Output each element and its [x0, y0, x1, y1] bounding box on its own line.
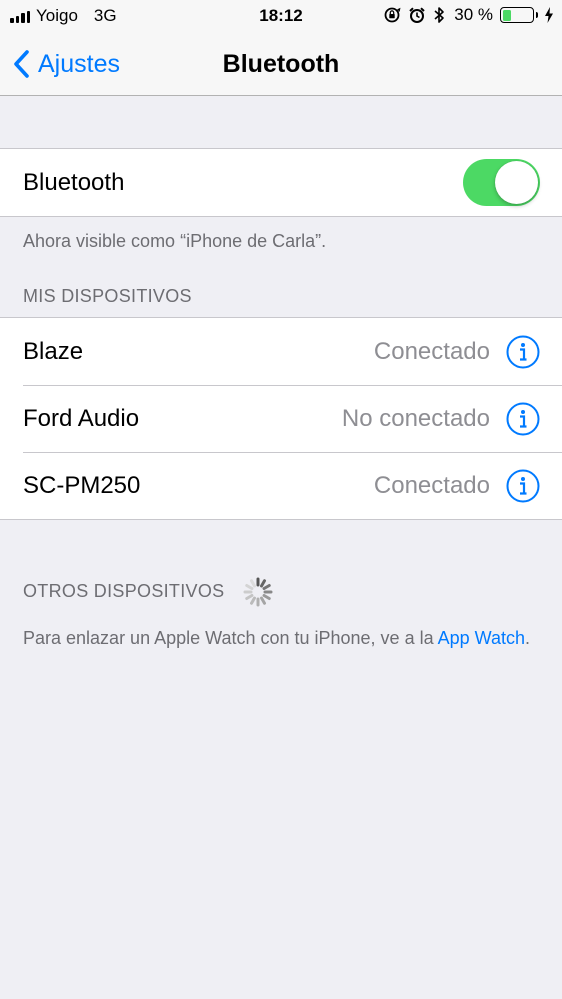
- bluetooth-toggle[interactable]: [463, 159, 540, 206]
- apple-watch-note-text: Para enlazar un Apple Watch con tu iPhon…: [23, 628, 438, 648]
- alarm-icon: [409, 7, 425, 23]
- device-status: Conectado: [373, 471, 490, 499]
- other-devices-header: OTROS DISPOSITIVOS: [23, 581, 225, 601]
- battery-icon: [500, 7, 538, 23]
- app-watch-link[interactable]: App Watch: [438, 628, 525, 648]
- info-icon[interactable]: [506, 402, 540, 436]
- navigation-bar: Ajustes Bluetooth: [0, 32, 562, 96]
- info-icon[interactable]: [506, 335, 540, 369]
- my-devices-list: Blaze Conectado Ford Audio No conectado …: [0, 317, 562, 520]
- bluetooth-group: Bluetooth: [0, 148, 562, 217]
- orientation-lock-icon: [384, 7, 401, 23]
- device-name: Blaze: [23, 337, 84, 365]
- status-bar: Yoigo 3G 18:12 30 %: [0, 0, 562, 32]
- info-icon[interactable]: [506, 469, 540, 503]
- device-status: Conectado: [373, 337, 490, 365]
- device-row-blaze[interactable]: Blaze Conectado: [0, 318, 562, 385]
- device-name: Ford Audio: [23, 404, 140, 432]
- apple-watch-note: Para enlazar un Apple Watch con tu iPhon…: [23, 626, 542, 650]
- bluetooth-toggle-row: Bluetooth: [0, 149, 562, 216]
- bluetooth-label: Bluetooth: [23, 168, 125, 196]
- toggle-knob: [495, 161, 538, 204]
- device-name: SC-PM250: [23, 471, 141, 499]
- page-title: Bluetooth: [222, 50, 340, 78]
- my-devices-header: MIS DISPOSITIVOS: [23, 286, 192, 306]
- status-right: 30 %: [383, 5, 554, 25]
- charging-icon: [545, 7, 553, 23]
- device-status: No conectado: [341, 404, 490, 432]
- bluetooth-icon: [434, 7, 445, 23]
- loading-spinner-icon: [243, 577, 273, 607]
- device-row-sc-pm250[interactable]: SC-PM250 Conectado: [0, 452, 562, 519]
- device-row-ford-audio[interactable]: Ford Audio No conectado: [0, 385, 562, 452]
- battery-fill: [502, 9, 512, 21]
- visibility-note: Ahora visible como “iPhone de Carla”.: [23, 231, 327, 251]
- battery-percent: 30 %: [454, 5, 493, 24]
- apple-watch-note-end: .: [524, 628, 530, 648]
